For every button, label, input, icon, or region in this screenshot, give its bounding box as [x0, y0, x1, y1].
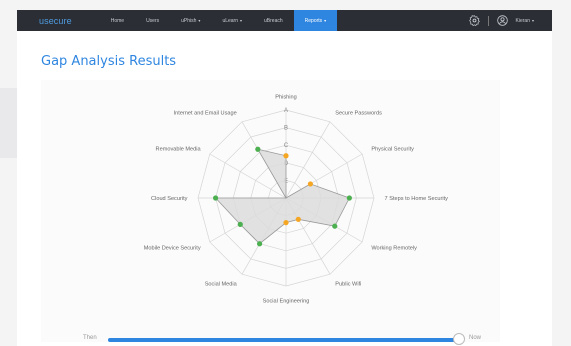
nav-divider — [487, 15, 489, 26]
page-title: Gap Analysis Results — [41, 54, 177, 69]
radar-axis-label: Cloud Security — [151, 196, 188, 202]
radar-data-point — [257, 241, 263, 247]
nav-ubreach-label: uBreach — [264, 17, 283, 24]
radar-axis-label: Secure Passwords — [335, 111, 382, 117]
radar-data-area — [214, 148, 350, 245]
radar-data-point — [283, 220, 289, 226]
top-navbar: usecure Home Users uPhish ▾ uLearn ▾ uBrea… — [17, 10, 552, 31]
radar-axis-label: Mobile Device Security — [144, 245, 201, 251]
user-circle-icon[interactable] — [496, 15, 508, 26]
radar-data-point — [237, 221, 243, 227]
radar-data-point — [307, 181, 313, 187]
radar-axis-label: Physical Security — [371, 147, 414, 153]
chart-area: EDCBAPhishingSecure PasswordsPhysical Se… — [41, 80, 500, 342]
time-slider-handle[interactable] — [453, 333, 465, 345]
nav-ulearn-label: uLearn — [222, 17, 239, 24]
radar-level-label: C — [284, 143, 289, 149]
radar-data-point — [283, 153, 289, 159]
radar-axis-label: 7 Steps to Home Security — [385, 196, 449, 202]
gear-icon[interactable] — [468, 15, 480, 26]
radar-axis-label: Social Media — [205, 281, 238, 287]
slider-now-label: Now — [469, 335, 482, 341]
results-card: Gap Analysis Results EDCBAPhishingSecure… — [17, 31, 552, 346]
time-slider-track[interactable] — [108, 338, 460, 342]
radar-data-point — [213, 195, 219, 201]
radar-level-label: A — [284, 108, 288, 114]
radar-axis-label: Phishing — [275, 94, 296, 100]
radar-axis-label: Removable Media — [156, 147, 202, 153]
nav-users[interactable]: Users — [135, 10, 170, 31]
nav-uphish-label: uPhish — [181, 17, 197, 24]
nav-uphish[interactable]: uPhish ▾ — [170, 10, 211, 31]
radar-data-point — [255, 146, 261, 152]
chevron-down-icon: ▾ — [240, 18, 243, 23]
slider-then-label: Then — [83, 335, 97, 341]
nav-ubreach[interactable]: uBreach — [253, 10, 294, 31]
radar-axis-label: Working Remotely — [371, 245, 417, 251]
radar-chart: EDCBAPhishingSecure PasswordsPhysical Se… — [144, 94, 449, 305]
nav-ulearn[interactable]: uLearn ▾ — [211, 10, 253, 31]
radar-level-label: B — [284, 126, 288, 132]
brand-logo[interactable]: usecure — [39, 16, 72, 26]
user-menu[interactable]: Kieran ▾ — [516, 10, 534, 31]
radar-data-point — [332, 223, 338, 229]
radar-axis-label: Internet and Email Usage — [174, 111, 237, 117]
nav-right-group: Kieran ▾ — [468, 10, 534, 31]
radar-data-point — [346, 195, 352, 201]
user-name: Kieran — [515, 17, 530, 24]
nav-reports-label: Reports — [304, 17, 323, 24]
chevron-down-icon: ▾ — [198, 18, 201, 23]
radar-axis-label: Social Engineering — [263, 299, 310, 305]
chevron-down-icon: ▾ — [324, 18, 327, 23]
radar-data-point — [295, 216, 301, 222]
chevron-down-icon: ▾ — [531, 18, 534, 23]
nav-users-label: Users — [146, 17, 160, 24]
nav-home[interactable]: Home — [100, 10, 135, 31]
nav-home-label: Home — [110, 17, 125, 24]
nav-reports[interactable]: Reports ▾ — [293, 10, 338, 31]
radar-axis-label: Public Wifi — [335, 281, 361, 287]
